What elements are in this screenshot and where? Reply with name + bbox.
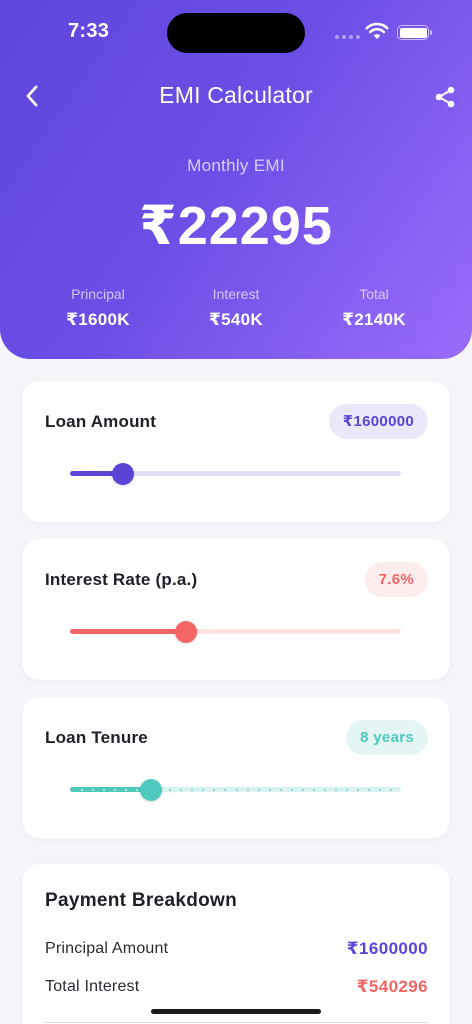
slider-tick — [290, 788, 293, 791]
slider-tick — [202, 788, 205, 791]
breakdown-principal-label: Principal Amount — [45, 940, 169, 957]
slider-tick — [378, 788, 381, 791]
slider-tick — [103, 788, 106, 791]
slider-tick — [312, 788, 315, 791]
loan-tenure-slider[interactable] — [70, 778, 401, 801]
loan-tenure-slider-ticks — [70, 788, 401, 791]
interest-rate-card: Interest Rate (p.a.) 7.6% — [22, 539, 450, 680]
interest-rate-slider[interactable] — [70, 620, 401, 643]
summary-interest-label: Interest — [212, 286, 260, 302]
breakdown-interest-value: ₹540296 — [356, 977, 428, 996]
slider-tick — [389, 788, 392, 791]
payment-breakdown-title: Payment Breakdown — [45, 890, 237, 911]
loan-amount-value-badge: ₹1600000 — [328, 404, 428, 439]
summary-total-value: ₹2140K — [342, 310, 406, 329]
loan-amount-slider-thumb[interactable] — [111, 462, 134, 485]
slider-tick — [301, 788, 304, 791]
summary-principal: Principal ₹1600K — [28, 286, 168, 330]
status-time: 7:33 — [68, 20, 110, 42]
breakdown-row-interest: Total Interest ₹540296 — [45, 977, 428, 997]
loan-tenure-card: Loan Tenure 8 years — [22, 697, 450, 838]
slider-tick — [125, 788, 128, 791]
interest-rate-value-badge: 7.6% — [364, 562, 428, 597]
slider-tick — [136, 788, 139, 791]
status-bar: 7:33 — [0, 0, 472, 64]
emi-header: 7:33 EMI Calculator Monthly EMI ₹22295 P… — [0, 0, 472, 359]
loan-tenure-slider-thumb[interactable] — [140, 778, 163, 801]
loan-tenure-value-badge: 8 years — [346, 720, 428, 755]
nav-bar: EMI Calculator — [0, 70, 472, 124]
summary-principal-label: Principal — [71, 286, 125, 302]
summary-principal-value: ₹1600K — [66, 310, 130, 329]
home-indicator — [151, 1009, 321, 1014]
loan-amount-slider[interactable] — [70, 462, 401, 485]
interest-rate-label: Interest Rate (p.a.) — [45, 570, 198, 589]
cellular-signal-icon — [335, 35, 360, 39]
slider-tick — [235, 788, 238, 791]
interest-rate-slider-fill — [70, 629, 186, 634]
wifi-icon — [365, 22, 389, 39]
breakdown-divider — [45, 1022, 428, 1023]
dynamic-island — [167, 13, 305, 53]
share-icon — [435, 86, 455, 108]
slider-tick — [180, 788, 183, 791]
slider-tick — [81, 788, 84, 791]
slider-tick — [114, 788, 117, 791]
battery-icon — [397, 25, 432, 40]
summary-interest-value: ₹540K — [209, 310, 263, 329]
slider-tick — [356, 788, 359, 791]
share-button[interactable] — [430, 82, 460, 112]
slider-tick — [257, 788, 260, 791]
breakdown-row-principal: Principal Amount ₹1600000 — [45, 939, 428, 959]
loan-amount-card: Loan Amount ₹1600000 — [22, 381, 450, 522]
summary-total-label: Total — [359, 286, 389, 302]
slider-tick — [92, 788, 95, 791]
slider-tick — [367, 788, 370, 791]
slider-tick — [213, 788, 216, 791]
slider-tick — [334, 788, 337, 791]
breakdown-principal-value: ₹1600000 — [346, 939, 428, 958]
slider-tick — [246, 788, 249, 791]
summary-total: Total ₹2140K — [304, 286, 444, 330]
breakdown-interest-label: Total Interest — [45, 978, 140, 995]
monthly-emi-label: Monthly EMI — [187, 156, 285, 175]
payment-breakdown-card: Payment Breakdown Principal Amount ₹1600… — [22, 864, 450, 1024]
summary-interest: Interest ₹540K — [166, 286, 306, 330]
loan-amount-label: Loan Amount — [45, 412, 157, 431]
slider-tick — [191, 788, 194, 791]
interest-rate-slider-thumb[interactable] — [174, 620, 197, 643]
slider-tick — [345, 788, 348, 791]
slider-tick — [323, 788, 326, 791]
page-title: EMI Calculator — [159, 82, 313, 108]
slider-tick — [169, 788, 172, 791]
slider-tick — [224, 788, 227, 791]
slider-tick — [279, 788, 282, 791]
monthly-emi-value: ₹22295 — [139, 196, 333, 256]
loan-tenure-label: Loan Tenure — [45, 728, 148, 747]
slider-tick — [268, 788, 271, 791]
